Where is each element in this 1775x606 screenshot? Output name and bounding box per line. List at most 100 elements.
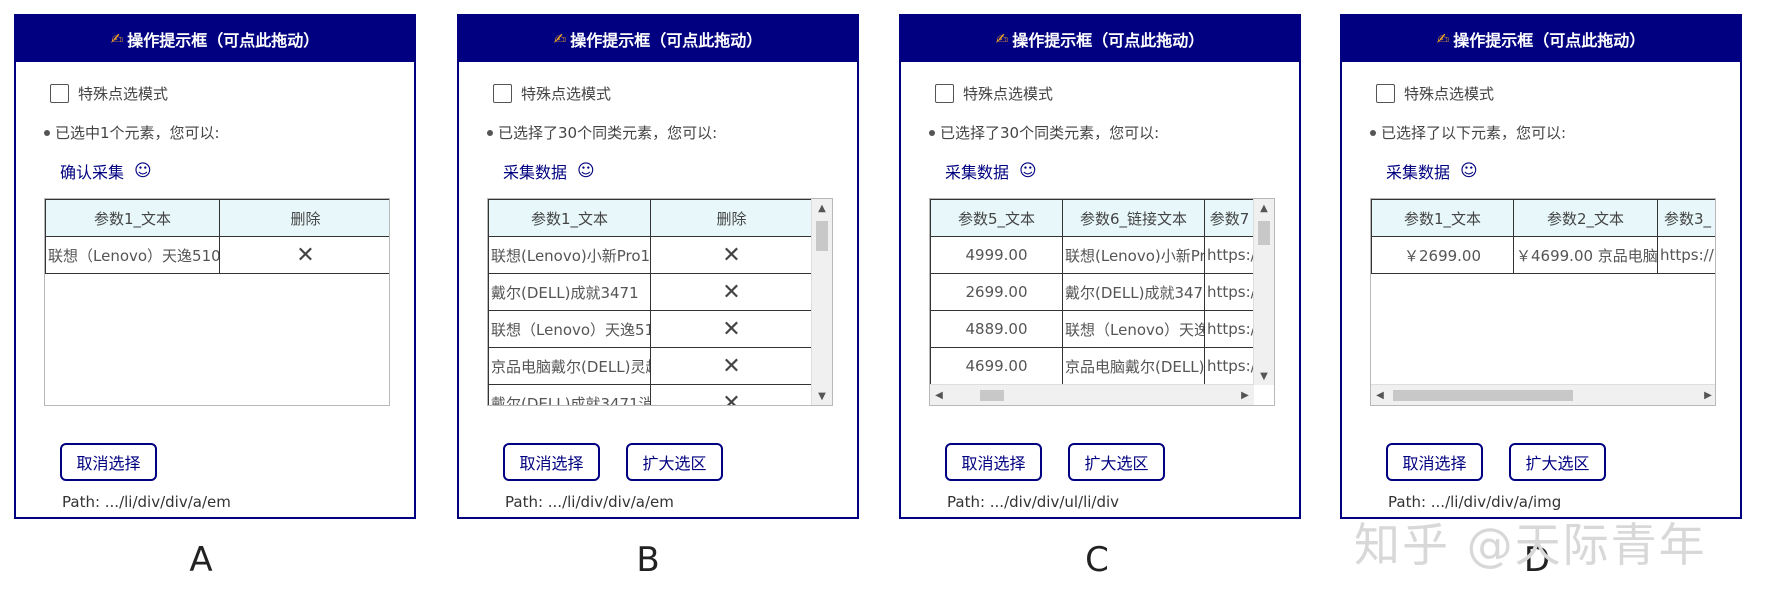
special-mode-option[interactable]: 特殊点选模式: [493, 83, 611, 104]
table-cell: 联想（Lenovo）天逸510: [488, 310, 651, 348]
table-row: ￥2699.00 ￥4699.00 京品电脑 https://i: [1371, 236, 1715, 274]
table-cell: 戴尔(DELL)成就3471: [1062, 273, 1205, 311]
selection-info-text: 已选择了30个同类元素，您可以:: [940, 124, 1160, 142]
element-path: Path: .../li/div/div/a/em: [62, 493, 231, 511]
scroll-up-icon[interactable]: ▲: [812, 199, 832, 217]
scroll-down-icon[interactable]: ▼: [1254, 367, 1274, 385]
data-preview-table[interactable]: 参数1_文本 删除 联想(Lenovo)小新Pro13 ✕ 戴尔(DELL)成就…: [487, 198, 833, 406]
delete-row-button[interactable]: ✕: [650, 310, 813, 348]
vertical-scrollbar[interactable]: ▲ ▼: [811, 199, 832, 405]
column-header: 删除: [219, 199, 389, 237]
special-mode-checkbox[interactable]: [493, 84, 512, 103]
selection-info: 已选中1个元素，您可以:: [44, 122, 220, 143]
dialog-titlebar[interactable]: ✍ 操作提示框（可点此拖动）: [16, 16, 414, 62]
delete-row-button[interactable]: ✕: [219, 236, 389, 274]
table-row: 联想(Lenovo)小新Pro13 ✕: [488, 236, 813, 274]
scroll-left-icon[interactable]: ◀: [1371, 385, 1389, 405]
table-cell: 联想(Lenovo)小新Pro13: [488, 236, 651, 274]
table-cell: https://i: [1657, 236, 1715, 274]
scroll-right-icon[interactable]: ▶: [1236, 385, 1254, 405]
column-header: 参数6_链接文本: [1062, 199, 1205, 237]
bullet-icon: [1370, 129, 1376, 136]
table-row: 4699.00 京品电脑戴尔(DELL) https://: [930, 347, 1255, 385]
scroll-right-icon[interactable]: ▶: [1699, 385, 1715, 405]
bullet-icon: [929, 129, 935, 136]
dialog-panel-b: ✍ 操作提示框（可点此拖动） 特殊点选模式 已选择了30个同类元素，您可以: 采…: [457, 14, 859, 519]
expand-selection-button[interactable]: 扩大选区: [1068, 443, 1165, 481]
table-cell: https://: [1204, 236, 1255, 274]
collect-data-link[interactable]: 采集数据 ☺: [945, 159, 1037, 183]
column-header: 参数3_: [1657, 199, 1715, 237]
scrollbar-thumb[interactable]: [816, 221, 828, 251]
confirm-collect-link[interactable]: 确认采集 ☺: [60, 159, 152, 183]
cancel-selection-button[interactable]: 取消选择: [1386, 443, 1483, 481]
selection-info-text: 已选择了以下元素，您可以:: [1381, 124, 1567, 142]
special-mode-checkbox[interactable]: [50, 84, 69, 103]
column-header: 参数7: [1204, 199, 1255, 237]
dialog-title: 操作提示框（可点此拖动）: [127, 31, 320, 50]
table-cell: https://: [1204, 273, 1255, 311]
writing-hand-icon: ✍: [553, 30, 567, 48]
dialog-titlebar[interactable]: ✍ 操作提示框（可点此拖动）: [1342, 16, 1740, 62]
special-mode-option[interactable]: 特殊点选模式: [50, 83, 168, 104]
table-row: 戴尔(DELL)成就3471 ✕: [488, 273, 813, 311]
delete-row-button[interactable]: ✕: [650, 236, 813, 274]
data-preview-table[interactable]: 参数1_文本 删除 联想（Lenovo）天逸510 ✕: [44, 198, 390, 406]
data-preview-table[interactable]: 参数5_文本 参数6_链接文本 参数7 4999.00 联想(Lenovo)小新…: [929, 198, 1275, 406]
table-cell: 4999.00: [930, 236, 1063, 274]
table-row: 2699.00 戴尔(DELL)成就3471 https://: [930, 273, 1255, 311]
special-mode-checkbox[interactable]: [935, 84, 954, 103]
table-cell: https://: [1204, 347, 1255, 385]
delete-row-button[interactable]: ✕: [650, 273, 813, 311]
table-row: 联想（Lenovo）天逸510 ✕: [45, 236, 389, 274]
smiley-icon: ☺: [1019, 161, 1037, 181]
cancel-selection-button[interactable]: 取消选择: [503, 443, 600, 481]
bullet-icon: [44, 129, 50, 136]
table-cell: 京品电脑戴尔(DELL)灵越: [488, 347, 651, 385]
delete-row-button[interactable]: ✕: [650, 384, 813, 406]
figure-label-a: A: [189, 540, 213, 580]
selection-info-text: 已选择了30个同类元素，您可以:: [498, 124, 718, 142]
dialog-title: 操作提示框（可点此拖动）: [570, 31, 763, 50]
figure-label-c: C: [1085, 540, 1109, 580]
column-header: 参数1_文本: [1371, 199, 1514, 237]
horizontal-scrollbar[interactable]: ◀ ▶: [930, 384, 1254, 405]
data-preview-table[interactable]: 参数1_文本 参数2_文本 参数3_ ￥2699.00 ￥4699.00 京品电…: [1370, 198, 1716, 406]
special-mode-option[interactable]: 特殊点选模式: [935, 83, 1053, 104]
expand-selection-button[interactable]: 扩大选区: [626, 443, 723, 481]
figure-label-b: B: [636, 540, 660, 580]
expand-selection-button[interactable]: 扩大选区: [1509, 443, 1606, 481]
table-row: 联想（Lenovo）天逸510 ✕: [488, 310, 813, 348]
column-header: 参数2_文本: [1513, 199, 1658, 237]
x-icon: ✕: [722, 390, 741, 406]
special-mode-checkbox[interactable]: [1376, 84, 1395, 103]
vertical-scrollbar[interactable]: ▲ ▼: [1253, 199, 1274, 385]
scrollbar-thumb[interactable]: [1258, 221, 1270, 245]
special-mode-label: 特殊点选模式: [78, 85, 169, 103]
special-mode-option[interactable]: 特殊点选模式: [1376, 83, 1494, 104]
table-row: 戴尔(DELL)成就3471消 ✕: [488, 384, 813, 406]
dialog-panel-a: ✍ 操作提示框（可点此拖动） 特殊点选模式 已选中1个元素，您可以: 确认采集 …: [14, 14, 416, 519]
smiley-icon: ☺: [577, 161, 595, 181]
table-cell: 京品电脑戴尔(DELL): [1062, 347, 1205, 385]
table-cell: 4699.00: [930, 347, 1063, 385]
cancel-selection-button[interactable]: 取消选择: [945, 443, 1042, 481]
scrollbar-thumb[interactable]: [1393, 390, 1573, 401]
dialog-titlebar[interactable]: ✍ 操作提示框（可点此拖动）: [901, 16, 1299, 62]
delete-row-button[interactable]: ✕: [650, 347, 813, 385]
confirm-collect-label: 确认采集: [60, 163, 125, 182]
collect-data-link[interactable]: 采集数据 ☺: [503, 159, 595, 183]
scroll-down-icon[interactable]: ▼: [812, 387, 832, 405]
smiley-icon: ☺: [134, 161, 152, 181]
special-mode-label: 特殊点选模式: [1404, 85, 1495, 103]
collect-data-link[interactable]: 采集数据 ☺: [1386, 159, 1478, 183]
table-cell: 联想（Lenovo）天逸: [1062, 310, 1205, 348]
collect-data-label: 采集数据: [1386, 163, 1451, 182]
scroll-left-icon[interactable]: ◀: [930, 385, 948, 405]
cancel-selection-button[interactable]: 取消选择: [60, 443, 157, 481]
scrollbar-thumb[interactable]: [980, 390, 1004, 401]
column-header: 参数5_文本: [930, 199, 1063, 237]
scroll-up-icon[interactable]: ▲: [1254, 199, 1274, 217]
dialog-titlebar[interactable]: ✍ 操作提示框（可点此拖动）: [459, 16, 857, 62]
horizontal-scrollbar[interactable]: ◀ ▶: [1371, 384, 1715, 405]
